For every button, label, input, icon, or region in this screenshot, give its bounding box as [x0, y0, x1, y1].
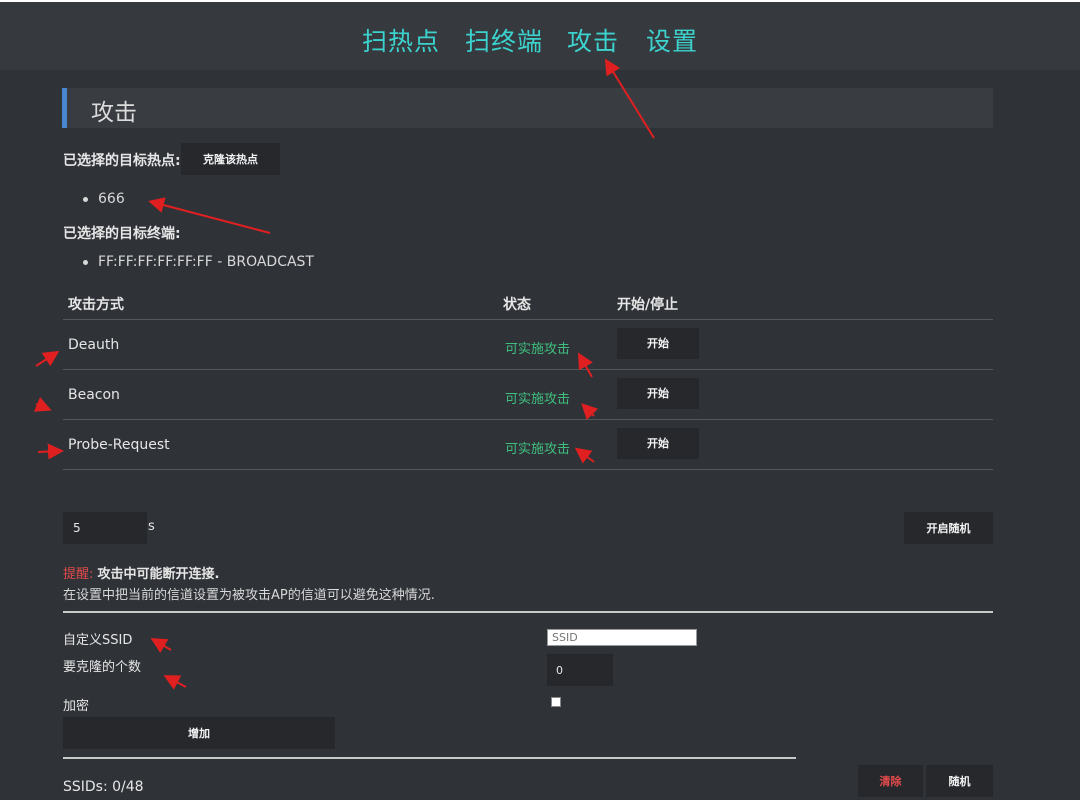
arrow-to-clone-count — [163, 675, 187, 690]
section-header: 攻击 — [62, 88, 993, 128]
attack-status: 可实施攻击 — [505, 342, 571, 357]
interval-unit: s — [148, 519, 155, 534]
start-beacon-button[interactable]: 开始 — [617, 378, 699, 409]
warning-text: 攻击中可能断开连接. — [97, 567, 220, 582]
attack-status: 可实施攻击 — [505, 392, 571, 407]
top-nav: 扫热点 扫终端 攻击 设置 — [0, 0, 1080, 70]
clone-count-input[interactable] — [547, 654, 613, 686]
start-deauth-button[interactable]: 开始 — [617, 328, 699, 359]
nav-attack[interactable]: 攻击 — [567, 22, 619, 58]
arrow-to-status-1 — [578, 352, 593, 378]
attack-status: 可实施攻击 — [505, 442, 571, 457]
interval-input[interactable] — [63, 512, 147, 544]
target-station-item: FF:FF:FF:FF:FF:FF - BROADCAST — [83, 254, 314, 270]
add-ssid-button[interactable]: 增加 — [63, 717, 335, 749]
target-ap-name: 666 — [98, 191, 125, 207]
table-divider — [63, 419, 993, 420]
arrow-to-probe — [37, 443, 64, 460]
random-ssids-button[interactable]: 随机 — [926, 765, 993, 797]
target-ap-label: 已选择的目标热点: — [63, 153, 181, 169]
arrow-to-custom-ssid — [150, 637, 172, 653]
encrypt-label: 加密 — [63, 699, 90, 714]
col-header-attack: 攻击方式 — [68, 297, 124, 313]
target-station-label: 已选择的目标终端: — [63, 226, 181, 242]
ssid-input[interactable] — [547, 629, 697, 646]
target-station-mac: FF:FF:FF:FF:FF:FF - BROADCAST — [98, 254, 314, 270]
enable-random-button[interactable]: 开启随机 — [904, 512, 993, 544]
nav-scan-station[interactable]: 扫终端 — [465, 22, 543, 58]
table-divider — [63, 469, 993, 470]
ssid-count: SSIDs: 0/48 — [63, 779, 144, 795]
warning-prefix: 提醒: — [63, 567, 94, 582]
arrow-to-status-2 — [581, 403, 599, 421]
nav-scan-ap[interactable]: 扫热点 — [362, 22, 440, 58]
arrow-to-status-3 — [574, 447, 595, 464]
arrow-to-deauth — [35, 350, 60, 367]
clear-ssids-button[interactable]: 清除 — [858, 765, 923, 797]
table-divider — [63, 319, 993, 320]
target-ap-item: 666 — [83, 191, 125, 207]
col-header-status: 状态 — [503, 297, 531, 313]
encrypt-checkbox[interactable] — [551, 697, 561, 707]
attack-name: Probe-Request — [68, 437, 170, 453]
custom-ssid-label: 自定义SSID — [63, 633, 133, 648]
nav-settings[interactable]: 设置 — [646, 22, 698, 58]
page-title: 攻击 — [91, 100, 137, 126]
attack-name: Deauth — [68, 337, 120, 353]
col-header-action: 开始/停止 — [617, 297, 679, 313]
table-divider — [63, 369, 993, 370]
arrow-to-beacon — [33, 397, 52, 412]
section-divider — [63, 611, 993, 613]
bullet-icon — [83, 196, 88, 202]
attack-name: Beacon — [68, 387, 120, 403]
bullet-icon — [83, 259, 88, 265]
start-probe-button[interactable]: 开始 — [617, 428, 699, 459]
section-divider — [63, 757, 796, 759]
clone-count-label: 要克隆的个数 — [63, 660, 142, 675]
clone-ap-button[interactable]: 克隆该热点 — [181, 143, 280, 175]
warning-note: 提醒: 攻击中可能断开连接. 在设置中把当前的信道设置为被攻击AP的信道可以避免… — [63, 563, 435, 603]
warning-hint: 在设置中把当前的信道设置为被攻击AP的信道可以避免这种情况. — [63, 588, 435, 603]
